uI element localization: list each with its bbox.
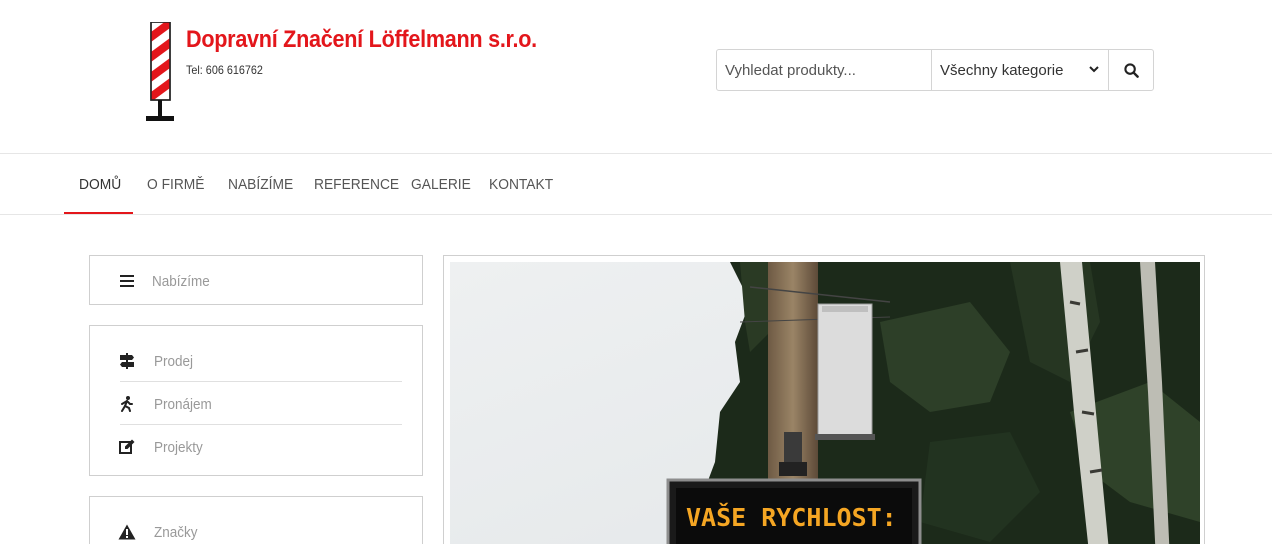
sidebar-item-label: Prodej bbox=[154, 352, 194, 370]
sidebar-group-products: Značky bbox=[89, 496, 423, 544]
sidebar-item-label: Pronájem bbox=[154, 395, 212, 413]
sidebar-divider bbox=[120, 424, 402, 425]
sidebar-menu-toggle-label: Nabízíme bbox=[152, 272, 210, 290]
main-nav: DOMŮ O FIRMĚ NABÍZÍME REFERENCE GALERIE … bbox=[0, 153, 1272, 215]
sidebar-item-prodej[interactable]: Prodej bbox=[90, 340, 422, 382]
sidebar-item-znacky[interactable]: Značky bbox=[90, 511, 422, 544]
site-header: Dopravní Značení Löffelmann s.r.o. Tel: … bbox=[0, 0, 1272, 153]
sidebar-divider bbox=[120, 381, 402, 382]
search-icon bbox=[1123, 62, 1139, 78]
sidebar-item-label: Značky bbox=[154, 523, 198, 541]
nav-item-reference[interactable]: REFERENCE bbox=[314, 154, 399, 214]
nav-item-about[interactable]: O FIRMĚ bbox=[147, 154, 205, 214]
nav-item-home[interactable]: DOMŮ bbox=[79, 154, 121, 214]
sign-text: VAŠE RYCHLOST: bbox=[686, 502, 897, 532]
warning-icon bbox=[118, 523, 136, 541]
hero-slider: VAŠE RYCHLOST: bbox=[443, 255, 1205, 544]
sidebar-item-pronajem[interactable]: Pronájem bbox=[90, 383, 422, 425]
logo-icon[interactable] bbox=[146, 22, 174, 124]
brand-name[interactable]: Dopravní Značení Löffelmann s.r.o. bbox=[186, 26, 537, 54]
chevron-down-icon bbox=[1089, 66, 1099, 73]
nav-active-indicator bbox=[64, 212, 133, 214]
category-select-value: Všechny kategorie bbox=[940, 61, 1064, 79]
sidebar-group-services: Prodej Pronájem Projekty bbox=[89, 325, 423, 476]
nav-item-contact[interactable]: KONTAKT bbox=[489, 154, 553, 214]
sidebar-item-projekty[interactable]: Projekty bbox=[90, 426, 422, 468]
nav-item-gallery[interactable]: GALERIE bbox=[411, 154, 471, 214]
hero-image[interactable]: VAŠE RYCHLOST: bbox=[450, 262, 1200, 544]
nav-item-offer[interactable]: NABÍZÍME bbox=[228, 154, 293, 214]
sidebar-menu-toggle[interactable]: Nabízíme bbox=[90, 260, 422, 302]
search-bar: Všechny kategorie bbox=[716, 49, 1154, 91]
edit-icon bbox=[118, 438, 136, 456]
sidebar-menu-toggle-box: Nabízíme bbox=[89, 255, 423, 305]
brand-phone: Tel: 606 616762 bbox=[186, 63, 263, 77]
menu-icon bbox=[118, 272, 136, 290]
sidebar-item-label: Projekty bbox=[154, 438, 203, 456]
search-button[interactable] bbox=[1109, 50, 1153, 90]
category-select[interactable]: Všechny kategorie bbox=[931, 50, 1109, 90]
signpost-icon bbox=[118, 352, 136, 370]
walking-person-icon bbox=[118, 395, 136, 413]
search-input[interactable] bbox=[717, 50, 931, 90]
